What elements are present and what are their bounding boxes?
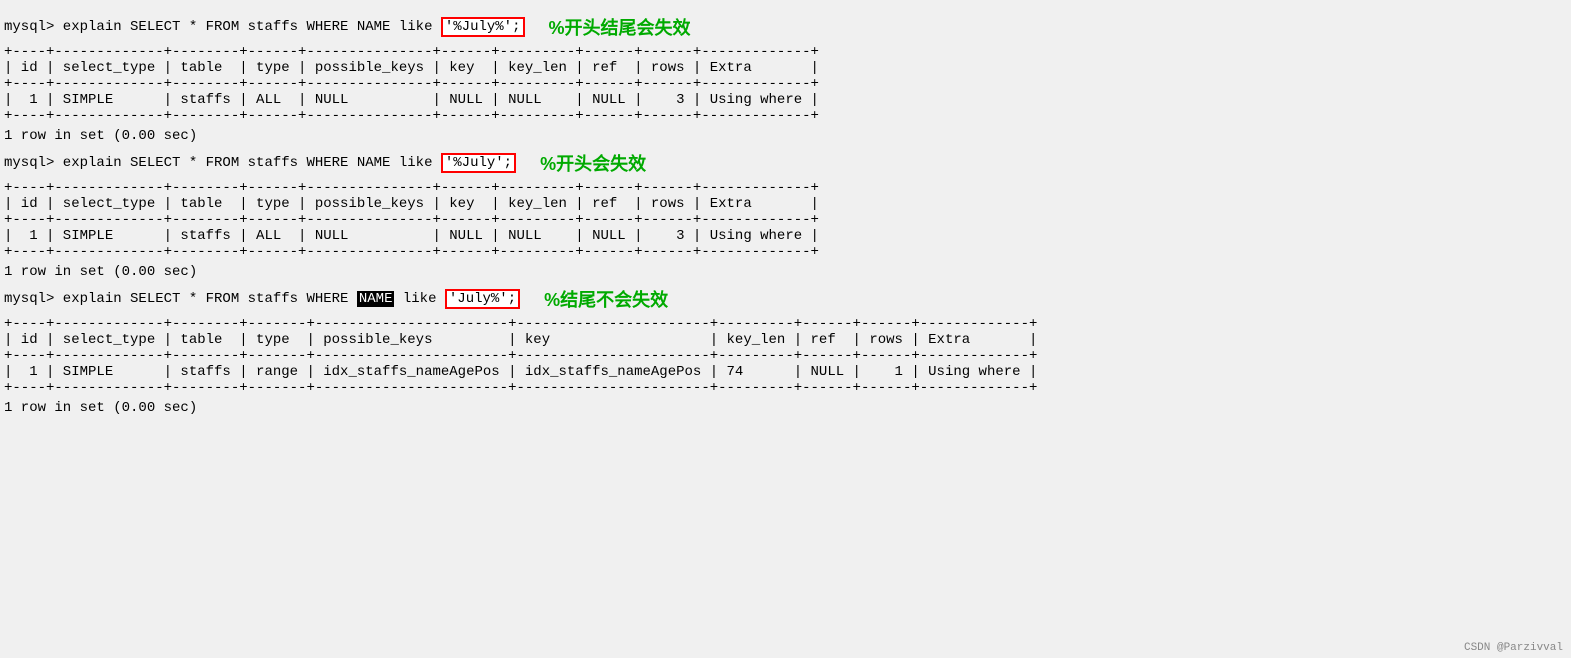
table-1-sep1: +----+-------------+--------+------+----… xyxy=(4,44,1567,60)
query-highlight-2: '%July'; xyxy=(441,153,516,173)
table-3-header: | id | select_type | table | type | poss… xyxy=(4,332,1567,348)
query-highlight-1: '%July%'; xyxy=(441,17,525,37)
table-3-sep3: +----+-------------+--------+-------+---… xyxy=(4,380,1567,396)
query-line-1: mysql> explain SELECT * FROM staffs WHER… xyxy=(4,14,1567,40)
terminal-window: mysql> explain SELECT * FROM staffs WHER… xyxy=(0,0,1571,658)
rowcount-3: 1 row in set (0.00 sec) xyxy=(4,400,1567,416)
section-3: mysql> explain SELECT * FROM staffs WHER… xyxy=(4,286,1567,416)
table-2-sep1: +----+-------------+--------+------+----… xyxy=(4,180,1567,196)
table-1: +----+-------------+--------+------+----… xyxy=(4,44,1567,124)
rowcount-1: 1 row in set (0.00 sec) xyxy=(4,128,1567,144)
rowcount-2: 1 row in set (0.00 sec) xyxy=(4,264,1567,280)
annotation-1: %开头结尾会失效 xyxy=(549,14,691,40)
query-prefix-1: mysql> explain SELECT * FROM staffs WHER… xyxy=(4,19,441,35)
table-2-sep3: +----+-------------+--------+------+----… xyxy=(4,244,1567,260)
table-1-sep2: +----+-------------+--------+------+----… xyxy=(4,76,1567,92)
annotation-3: %结尾不会失效 xyxy=(544,286,668,312)
table-2-header: | id | select_type | table | type | poss… xyxy=(4,196,1567,212)
query-name-highlight-3: NAME xyxy=(357,291,395,307)
query-highlight-3: 'July%'; xyxy=(445,289,520,309)
section-1: mysql> explain SELECT * FROM staffs WHER… xyxy=(4,14,1567,144)
watermark: CSDN @Parzivval xyxy=(1464,642,1563,654)
table-2-sep2: +----+-------------+--------+------+----… xyxy=(4,212,1567,228)
section-2: mysql> explain SELECT * FROM staffs WHER… xyxy=(4,150,1567,280)
table-1-header: | id | select_type | table | type | poss… xyxy=(4,60,1567,76)
table-1-datarow: | 1 | SIMPLE | staffs | ALL | NULL | NUL… xyxy=(4,92,1567,108)
table-3: +----+-------------+--------+-------+---… xyxy=(4,316,1567,396)
table-3-sep1: +----+-------------+--------+-------+---… xyxy=(4,316,1567,332)
annotation-2: %开头会失效 xyxy=(540,150,646,176)
query-line-2: mysql> explain SELECT * FROM staffs WHER… xyxy=(4,150,1567,176)
table-3-sep2: +----+-------------+--------+-------+---… xyxy=(4,348,1567,364)
table-2-datarow: | 1 | SIMPLE | staffs | ALL | NULL | NUL… xyxy=(4,228,1567,244)
table-3-datarow: | 1 | SIMPLE | staffs | range | idx_staf… xyxy=(4,364,1567,380)
query-line-3: mysql> explain SELECT * FROM staffs WHER… xyxy=(4,286,1567,312)
table-2: +----+-------------+--------+------+----… xyxy=(4,180,1567,260)
query-prefix-2: mysql> explain SELECT * FROM staffs WHER… xyxy=(4,155,441,171)
table-1-sep3: +----+-------------+--------+------+----… xyxy=(4,108,1567,124)
query-prefix-3a: mysql> explain SELECT * FROM staffs WHER… xyxy=(4,291,357,307)
query-prefix-3b: like xyxy=(394,291,444,307)
